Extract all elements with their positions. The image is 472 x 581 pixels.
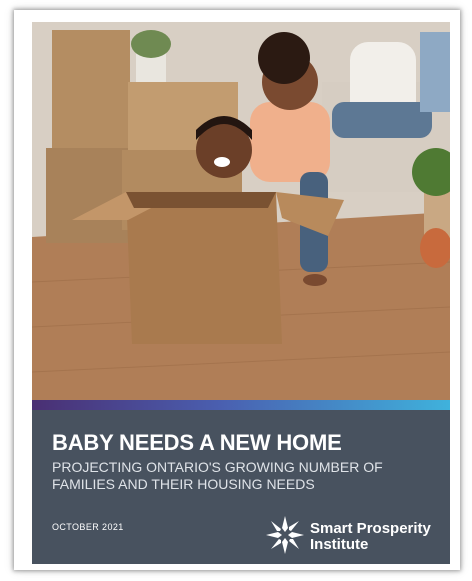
adult-jeans: [332, 102, 432, 138]
box-inner: [126, 192, 276, 208]
photo-illustration: [32, 22, 450, 400]
boy-smile: [214, 157, 230, 167]
girl-foot: [303, 274, 327, 286]
report-subtitle: PROJECTING ONTARIO'S GROWING NUMBER OF F…: [52, 459, 383, 492]
adult-shirt: [420, 32, 450, 112]
report-title: BABY NEEDS A NEW HOME: [52, 430, 342, 455]
girl-shirt: [250, 102, 330, 182]
cover-photo: [32, 22, 450, 400]
plant-leaves: [131, 30, 171, 58]
girl-hair: [258, 32, 310, 84]
logo-line-1: Smart Prosperity: [310, 520, 431, 537]
report-date: OCTOBER 2021: [52, 522, 124, 532]
stacked-box: [52, 30, 130, 150]
report-cover: BABY NEEDS A NEW HOME PROJECTING ONTARIO…: [14, 10, 460, 570]
gradient-stripe: [32, 400, 450, 410]
title-panel: BABY NEEDS A NEW HOME PROJECTING ONTARIO…: [32, 410, 450, 564]
cardboard-box: [126, 192, 282, 344]
institute-logo: Smart Prosperity Institute: [264, 514, 444, 558]
logo-line-2: Institute: [310, 536, 369, 553]
star-burst-icon: [266, 516, 304, 554]
logo-wordmark: Smart Prosperity Institute: [310, 521, 431, 553]
